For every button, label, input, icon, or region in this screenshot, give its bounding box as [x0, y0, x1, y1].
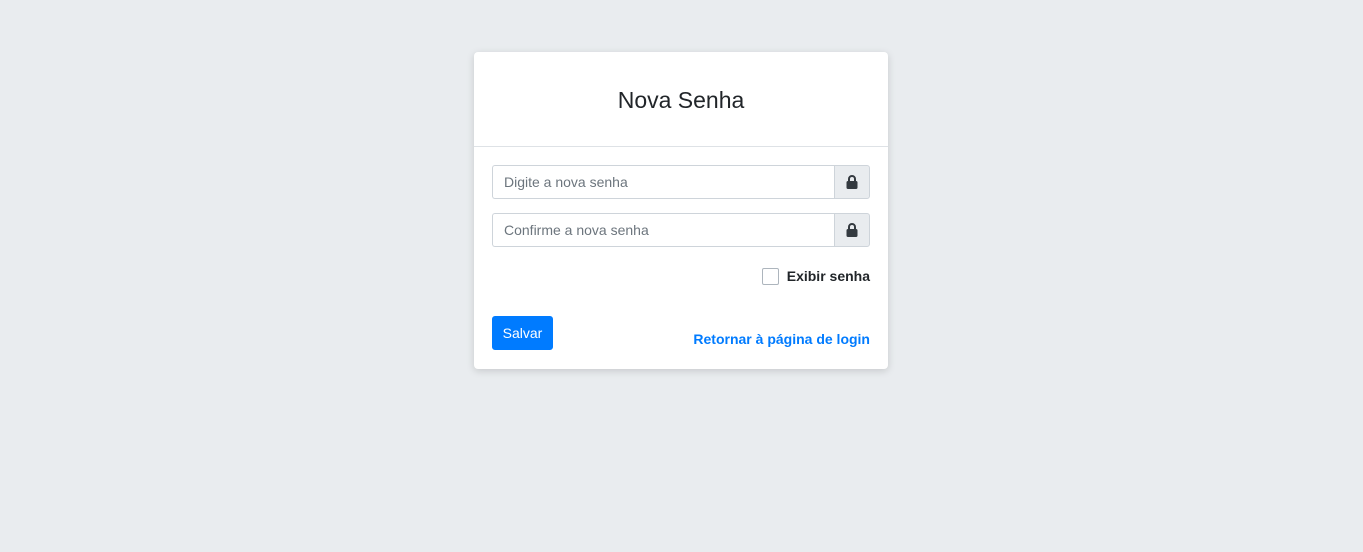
- card-header: Nova Senha: [474, 52, 888, 147]
- confirm-password-addon: [834, 213, 870, 247]
- lock-icon: [846, 223, 858, 237]
- card-body: Exibir senha Salvar Retornar à página de…: [474, 147, 888, 350]
- new-password-card: Nova Senha Exibir senha Salvar Retornar …: [474, 52, 888, 369]
- new-password-input[interactable]: [492, 165, 834, 199]
- confirm-password-group: [492, 213, 870, 247]
- form-actions: Salvar Retornar à página de login: [492, 316, 870, 350]
- save-button[interactable]: Salvar: [492, 316, 553, 350]
- return-to-login-link[interactable]: Retornar à página de login: [693, 331, 870, 347]
- confirm-password-input[interactable]: [492, 213, 834, 247]
- new-password-group: [492, 165, 870, 199]
- show-password-checkbox[interactable]: [761, 267, 779, 285]
- show-password-label[interactable]: Exibir senha: [787, 268, 870, 284]
- new-password-addon: [834, 165, 870, 199]
- page-title: Nova Senha: [617, 86, 745, 113]
- show-password-row: Exibir senha: [492, 266, 870, 286]
- lock-icon: [846, 175, 858, 189]
